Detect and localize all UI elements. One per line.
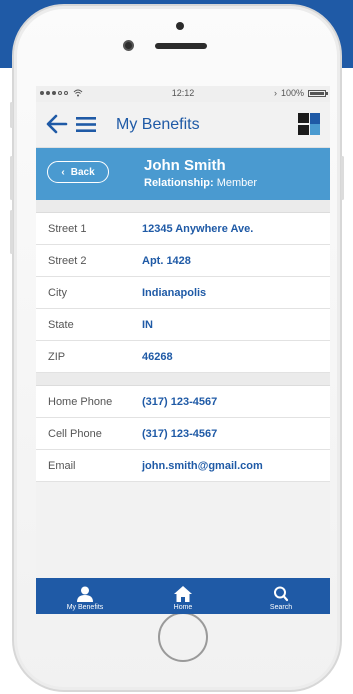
- back-button[interactable]: ‹ Back: [47, 161, 109, 183]
- status-bar: 12:12 › 100%: [36, 86, 330, 102]
- chevron-left-icon: ‹: [61, 166, 65, 178]
- address-row-zip: ZIP 46268: [36, 341, 330, 373]
- back-arrow-icon[interactable]: [46, 114, 68, 134]
- row-label: Home Phone: [48, 396, 113, 408]
- member-header: ‹ Back John Smith Relationship: Member: [36, 148, 330, 200]
- home-icon: [174, 586, 192, 602]
- phone-volume-down-button: [10, 210, 13, 254]
- relationship-label: Relationship:: [144, 177, 214, 189]
- battery-icon: [308, 89, 328, 97]
- contact-row-email: Email john.smith@gmail.com: [36, 450, 330, 482]
- row-value: 12345 Anywhere Ave.: [142, 223, 254, 235]
- tab-search[interactable]: Search: [232, 578, 330, 614]
- phone-power-button: [341, 156, 344, 200]
- row-label: City: [48, 287, 67, 299]
- tab-my-benefits[interactable]: My Benefits: [36, 578, 134, 614]
- row-label: Email: [48, 460, 76, 472]
- phone-side-button: [10, 102, 13, 128]
- row-label: State: [48, 319, 74, 331]
- tab-label: Search: [269, 604, 293, 611]
- hamburger-menu-icon[interactable]: [76, 117, 96, 132]
- row-label: Cell Phone: [48, 428, 102, 440]
- row-value[interactable]: john.smith@gmail.com: [142, 460, 263, 472]
- tab-label: Home: [173, 604, 193, 611]
- row-value: IN: [142, 319, 153, 331]
- search-icon: [274, 586, 289, 602]
- member-relationship: Relationship: Member: [144, 177, 257, 189]
- contact-section: Home Phone (317) 123-4567 Cell Phone (31…: [36, 386, 330, 482]
- contact-row-home-phone: Home Phone (317) 123-4567: [36, 386, 330, 418]
- section-divider: [36, 373, 330, 386]
- phone-sensor: [176, 22, 184, 30]
- address-section: Street 1 12345 Anywhere Ave. Street 2 Ap…: [36, 213, 330, 373]
- phone-speaker: [155, 43, 207, 49]
- address-row-state: State IN: [36, 309, 330, 341]
- row-value[interactable]: (317) 123-4567: [142, 396, 217, 408]
- row-value[interactable]: (317) 123-4567: [142, 428, 217, 440]
- back-button-label: Back: [70, 166, 95, 178]
- app-bar: My Benefits: [36, 102, 330, 148]
- row-label: ZIP: [48, 351, 66, 363]
- member-name: John Smith: [144, 157, 226, 174]
- contact-row-cell-phone: Cell Phone (317) 123-4567: [36, 418, 330, 450]
- row-value: Apt. 1428: [142, 255, 191, 267]
- app-title: My Benefits: [116, 116, 200, 133]
- address-row-street2: Street 2 Apt. 1428: [36, 245, 330, 277]
- tab-home[interactable]: Home: [134, 578, 232, 614]
- battery-percent: 100%: [280, 88, 304, 98]
- section-divider: [36, 200, 330, 213]
- tab-label: My Benefits: [66, 604, 104, 611]
- brand-logo: [298, 113, 320, 135]
- relationship-value: Member: [216, 177, 258, 189]
- address-row-street1: Street 1 12345 Anywhere Ave.: [36, 213, 330, 245]
- person-icon: [77, 586, 93, 602]
- bottom-tab-bar: My Benefits Home Search: [36, 578, 330, 614]
- phone-home-button[interactable]: [158, 612, 208, 662]
- phone-camera: [123, 40, 134, 51]
- bluetooth-icon: ›: [273, 88, 277, 98]
- row-value: 46268: [142, 351, 173, 363]
- address-row-city: City Indianapolis: [36, 277, 330, 309]
- row-label: Street 1: [48, 223, 87, 235]
- phone-volume-up-button: [10, 156, 13, 200]
- row-value: Indianapolis: [142, 287, 207, 299]
- row-label: Street 2: [48, 255, 87, 267]
- app-screen: 12:12 › 100% My Benefits ‹ Back John Smi…: [36, 86, 330, 614]
